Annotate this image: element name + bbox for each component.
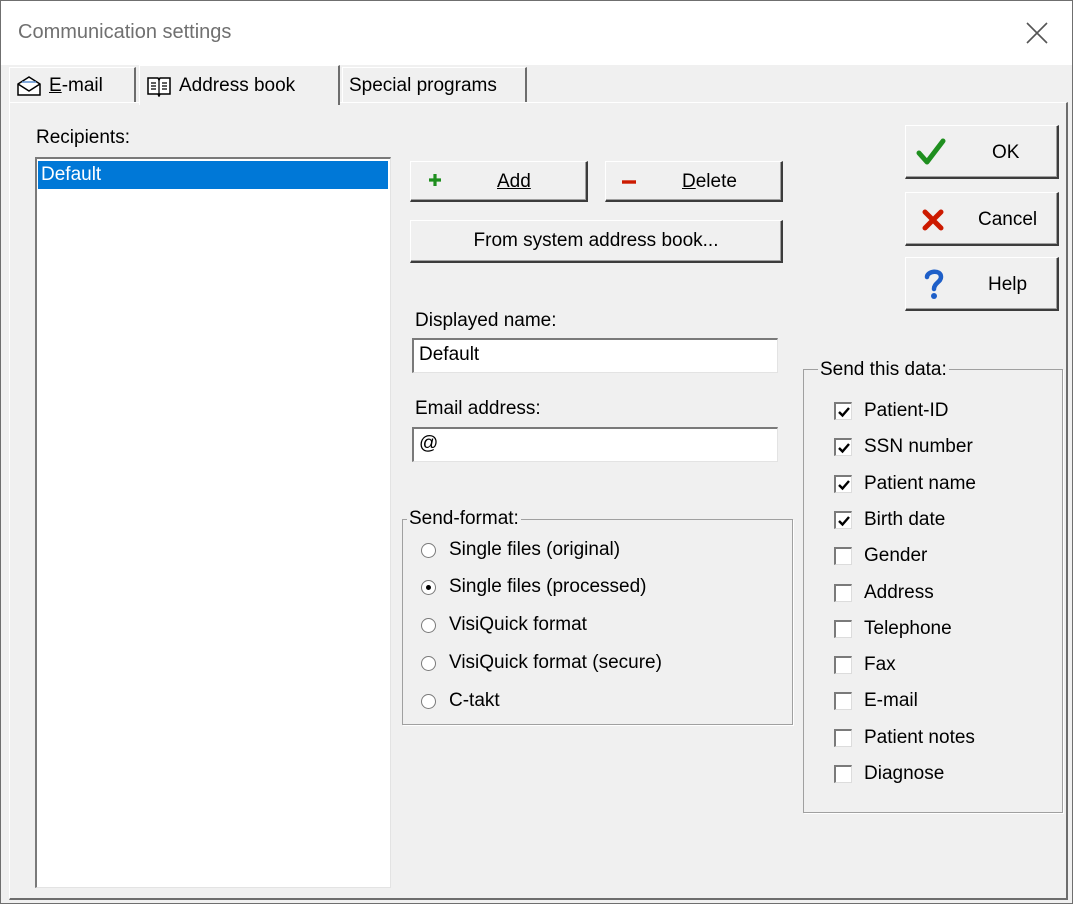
- send-format-title: Send-format:: [407, 508, 521, 530]
- plus-icon: [427, 172, 443, 188]
- radio-label: VisiQuick format (secure): [449, 652, 662, 673]
- tab-address-book-label: Address book: [179, 74, 296, 96]
- tab-special-programs[interactable]: Special programs: [342, 67, 527, 103]
- checkbox[interactable]: [834, 692, 852, 710]
- checkmark-icon: [838, 516, 850, 527]
- checkbox[interactable]: [834, 475, 852, 493]
- checkbox[interactable]: [834, 656, 852, 674]
- tab-address-book[interactable]: Address book: [139, 65, 340, 105]
- checkbox[interactable]: [834, 438, 852, 456]
- checkbox-label: Gender: [864, 545, 928, 566]
- checkbox-label: SSN number: [864, 436, 973, 457]
- checkbox-label: Patient-ID: [864, 400, 949, 421]
- displayed-name-field[interactable]: Default: [412, 338, 778, 373]
- displayed-name-label: Displayed name:: [415, 310, 557, 331]
- cancel-button-label: Cancel: [978, 209, 1038, 230]
- checkbox-label: Telephone: [864, 618, 952, 639]
- radio-label: C-takt: [449, 690, 500, 711]
- checkbox-label: E-mail: [864, 690, 918, 711]
- radio-label: Single files (original): [449, 539, 621, 560]
- checkmark-icon: [838, 407, 850, 418]
- checkmark-icon: [838, 480, 850, 491]
- checkbox-diagnose[interactable]: Diagnose: [834, 763, 944, 785]
- checkbox-patient-notes[interactable]: Patient notes: [834, 727, 975, 749]
- tab-special-programs-label: Special programs: [349, 74, 497, 96]
- delete-button-label: Delete: [682, 171, 737, 192]
- checkbox-fax[interactable]: Fax: [834, 654, 896, 676]
- radio-button[interactable]: [421, 655, 436, 671]
- from-system-address-book-label: From system address book...: [473, 230, 719, 251]
- window-title: Communication settings: [18, 21, 232, 43]
- email-address-label: Email address:: [415, 398, 541, 419]
- radio-button[interactable]: [421, 542, 436, 558]
- checkmark-icon: [916, 138, 946, 166]
- recipients-label: Recipients:: [36, 127, 130, 148]
- email-address-field[interactable]: @: [412, 427, 778, 462]
- checkbox-label: Patient name: [864, 473, 976, 494]
- checkbox-patient-name[interactable]: Patient name: [834, 473, 976, 495]
- checkbox-label: Address: [864, 582, 934, 603]
- radio-c-takt[interactable]: C-takt: [421, 690, 500, 712]
- list-item[interactable]: Default: [38, 161, 388, 189]
- x-icon: [922, 209, 944, 231]
- checkbox-patient-id[interactable]: Patient-ID: [834, 400, 948, 422]
- checkbox-label: Patient notes: [864, 727, 975, 748]
- delete-button[interactable]: Delete: [605, 161, 783, 202]
- checkbox-label: Fax: [864, 654, 896, 675]
- checkbox[interactable]: [834, 729, 852, 747]
- checkmark-icon: [838, 443, 850, 454]
- radio-visiquick-format-secure[interactable]: VisiQuick format (secure): [421, 652, 662, 674]
- send-this-data-title: Send this data:: [818, 359, 949, 381]
- book-icon: [146, 75, 172, 97]
- checkbox[interactable]: [834, 765, 852, 783]
- radio-single-files-original[interactable]: Single files (original): [421, 539, 620, 561]
- envelope-icon: [16, 75, 42, 96]
- radio-button[interactable]: [421, 579, 436, 595]
- checkbox[interactable]: [834, 620, 852, 638]
- checkbox-telephone[interactable]: Telephone: [834, 618, 952, 640]
- help-button-label: Help: [988, 274, 1028, 295]
- checkbox[interactable]: [834, 584, 852, 602]
- question-icon: [924, 268, 944, 300]
- checkbox-label: Birth date: [864, 509, 946, 530]
- close-icon[interactable]: [1024, 20, 1050, 46]
- tab-strip: E-mail Address book Special programs: [9, 65, 1069, 105]
- radio-single-files-processed[interactable]: Single files (processed): [421, 576, 646, 598]
- checkbox[interactable]: [834, 511, 852, 529]
- tab-email[interactable]: E-mail: [9, 67, 136, 103]
- tab-email-label: E-mail: [49, 74, 103, 96]
- radio-label: Single files (processed): [449, 576, 647, 597]
- checkbox-birth-date[interactable]: Birth date: [834, 509, 945, 531]
- add-button-label: Add: [497, 171, 531, 192]
- title-bar: Communication settings: [1, 1, 1072, 65]
- radio-visiquick-format[interactable]: VisiQuick format: [421, 614, 587, 636]
- checkbox-e-mail[interactable]: E-mail: [834, 690, 918, 712]
- add-button[interactable]: Add: [410, 161, 588, 202]
- radio-label: VisiQuick format: [449, 614, 587, 635]
- cancel-button[interactable]: Cancel: [905, 192, 1059, 246]
- minus-icon: [621, 179, 637, 185]
- radio-button[interactable]: [421, 693, 436, 709]
- from-system-address-book-button[interactable]: From system address book...: [410, 220, 783, 263]
- checkbox[interactable]: [834, 402, 852, 420]
- radio-button[interactable]: [421, 617, 436, 633]
- checkbox-gender[interactable]: Gender: [834, 545, 927, 567]
- recipients-list[interactable]: Default: [35, 157, 391, 888]
- ok-button[interactable]: OK: [905, 125, 1059, 179]
- checkbox-label: Diagnose: [864, 763, 945, 784]
- checkbox-ssn-number[interactable]: SSN number: [834, 436, 973, 458]
- ok-button-label: OK: [992, 142, 1020, 163]
- communication-settings-dialog: Communication settings E-mail Address bo…: [0, 0, 1073, 904]
- checkbox[interactable]: [834, 547, 852, 565]
- checkbox-address[interactable]: Address: [834, 582, 934, 604]
- help-button[interactable]: Help: [905, 257, 1059, 311]
